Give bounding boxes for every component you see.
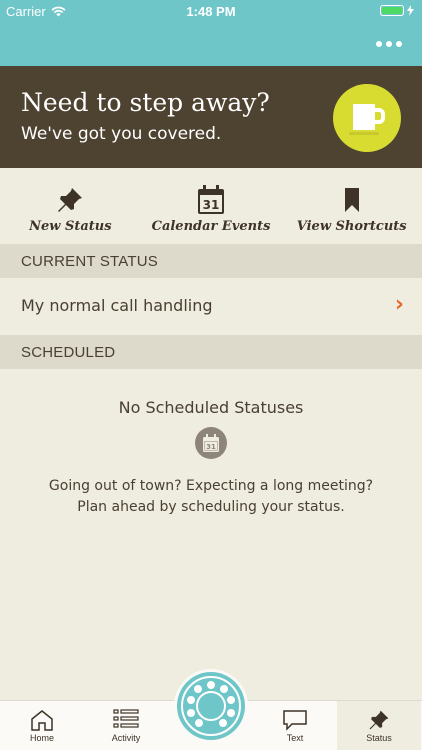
section-title: SCHEDULED (21, 344, 116, 361)
clock: 1:48 PM (186, 4, 236, 19)
tab-label: Home (29, 733, 54, 743)
calendar-icon: 31 (195, 427, 227, 459)
dot-icon (386, 41, 392, 47)
empty-state-line-1: Going out of town? Expecting a long meet… (48, 478, 374, 494)
charging-bolt-icon (407, 5, 414, 16)
calendar-events-button[interactable]: 31 Calendar Events (141, 168, 282, 244)
home-icon (0, 709, 84, 733)
current-status-row[interactable]: My normal call handling › (0, 278, 422, 335)
empty-state-title: No Scheduled Statuses (118, 398, 304, 417)
list-icon (84, 709, 168, 733)
hero-subtitle: We've got you covered. (21, 124, 222, 144)
current-status-value: My normal call handling (21, 296, 213, 315)
shortcut-label: Calendar Events (151, 219, 271, 234)
battery-icon (380, 5, 414, 16)
empty-state-line-2: Plan ahead by scheduling your status. (77, 499, 345, 515)
dot-icon (376, 41, 382, 47)
chat-icon (253, 709, 337, 733)
new-status-button[interactable]: New Status (0, 168, 141, 244)
section-title: CURRENT STATUS (21, 253, 158, 270)
shortcut-label: View Shortcuts (296, 219, 407, 234)
hero-title: Need to step away? (21, 88, 270, 117)
dialpad-button[interactable] (177, 672, 245, 740)
view-shortcuts-button[interactable]: View Shortcuts (281, 168, 422, 244)
pin-icon (337, 709, 421, 733)
svg-text:31: 31 (206, 443, 216, 451)
nav-bar (0, 22, 422, 66)
pin-icon (0, 184, 141, 216)
rotary-dial-icon (181, 676, 241, 736)
scheduled-header: SCHEDULED (0, 335, 422, 369)
calendar-icon: 31 (141, 184, 282, 216)
hero-banner: Need to step away? We've got you covered… (0, 66, 422, 168)
chevron-right-icon: › (394, 292, 404, 317)
svg-text:31: 31 (203, 198, 220, 212)
tab-label: Activity (111, 733, 141, 743)
tab-activity[interactable]: Activity (84, 701, 168, 750)
mug-icon (333, 84, 401, 152)
tab-status[interactable]: Status (337, 701, 421, 750)
bookmark-icon (281, 184, 422, 216)
dot-icon (396, 41, 402, 47)
tab-home[interactable]: Home (0, 701, 84, 750)
shortcut-label: New Status (29, 219, 112, 234)
status-bar: Carrier 1:48 PM (0, 0, 422, 22)
tab-label: Status (366, 733, 392, 743)
tab-label: Text (286, 733, 304, 743)
shortcuts-bar: New Status 31 Calendar Events View Short… (0, 168, 422, 244)
more-options-button[interactable] (374, 34, 404, 54)
current-status-header: CURRENT STATUS (0, 244, 422, 278)
tab-text[interactable]: Text (253, 701, 337, 750)
